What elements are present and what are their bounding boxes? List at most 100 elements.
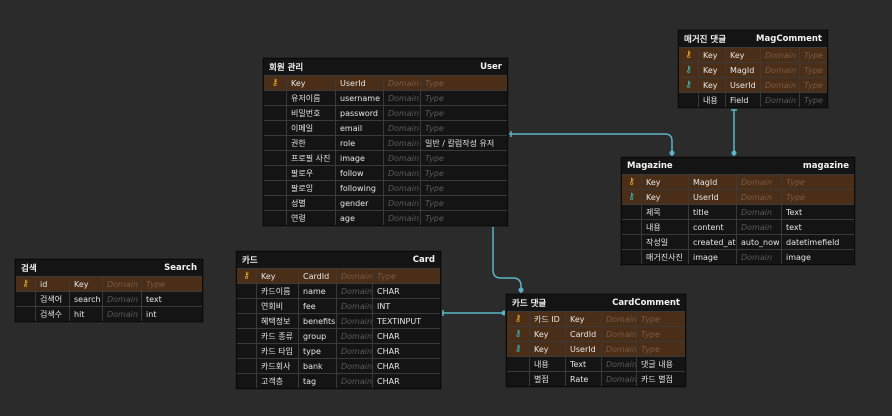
field-type[interactable]: Type — [799, 93, 827, 107]
field-type[interactable]: CHAR — [372, 359, 440, 373]
table-row[interactable]: 이메일 email Domain Type — [264, 120, 507, 135]
table-row[interactable]: 검색어 search Domain text — [16, 291, 202, 306]
field-domain[interactable]: Domain — [336, 269, 372, 283]
field-name[interactable]: Key — [69, 277, 102, 291]
table-row[interactable]: 고객층 tag Domain CHAR — [237, 373, 440, 388]
table-row[interactable]: 팔로우 follow Domain Type — [264, 165, 507, 180]
field-domain[interactable]: Domain — [383, 166, 420, 180]
table-magcomment[interactable]: 매거진 댓글 MagComment ⚷ Key Key Domain Type ⚷ Key Mag… — [678, 30, 828, 108]
field-type[interactable]: Type — [781, 190, 854, 204]
table-row[interactable]: ⚷ Key MagId Domain Type — [622, 174, 854, 189]
field-type[interactable]: 댓글 내용 — [636, 357, 685, 371]
field-domain[interactable]: Domain — [760, 93, 799, 107]
field-label[interactable]: 내용 — [529, 357, 565, 371]
table-row[interactable]: ⚷ Key CardId Domain Type — [507, 326, 685, 341]
table-row[interactable]: 매거진사진 image Domain image — [622, 249, 854, 264]
field-name[interactable]: type — [298, 344, 336, 358]
field-type[interactable]: Type — [799, 78, 827, 92]
field-name[interactable]: Key — [725, 48, 760, 62]
field-domain[interactable]: Domain — [383, 121, 420, 135]
field-type[interactable]: Type — [420, 166, 507, 180]
field-type[interactable]: Text — [781, 205, 854, 219]
table-row[interactable]: 유저이름 username Domain Type — [264, 90, 507, 105]
field-label[interactable]: Key — [529, 342, 565, 356]
field-type[interactable]: CHAR — [372, 374, 440, 388]
table-row[interactable]: 연령 age Domain Type — [264, 210, 507, 225]
field-type[interactable]: INT — [372, 299, 440, 313]
field-label[interactable]: Key — [286, 76, 335, 90]
field-label[interactable]: 작성일 — [641, 235, 688, 249]
field-label[interactable]: 유저이름 — [286, 91, 335, 105]
field-name[interactable]: UserId — [335, 76, 383, 90]
field-label[interactable]: 내용 — [641, 220, 688, 234]
field-label[interactable]: Key — [641, 175, 688, 189]
table-row[interactable]: 작성일 created_at auto_now datetimefield — [622, 234, 854, 249]
field-name[interactable]: username — [335, 91, 383, 105]
field-name[interactable]: gender — [335, 196, 383, 210]
field-domain[interactable]: Domain — [336, 284, 372, 298]
field-domain[interactable]: Domain — [383, 181, 420, 195]
field-label[interactable]: 검색어 — [35, 292, 69, 306]
field-name[interactable]: fee — [298, 299, 336, 313]
table-header[interactable]: 회원 관리 User — [264, 59, 507, 75]
table-user[interactable]: 회원 관리 User ⚷ Key UserId Domain Type 유저이름 usernam… — [263, 58, 508, 226]
table-row[interactable]: 별점 Rate Domain 카드 별점 — [507, 371, 685, 386]
table-row[interactable]: 카드 타입 type Domain CHAR — [237, 343, 440, 358]
table-row[interactable]: ⚷ 카드 ID Key Domain Type — [507, 311, 685, 326]
field-domain[interactable]: Domain — [760, 78, 799, 92]
field-domain[interactable]: Domain — [601, 372, 636, 386]
field-name[interactable]: group — [298, 329, 336, 343]
field-name[interactable]: UserId — [565, 342, 601, 356]
field-type[interactable]: Type — [420, 211, 507, 225]
table-row[interactable]: 권한 role Domain 일반 / 칼럼작성 유저 — [264, 135, 507, 150]
field-name[interactable]: CardId — [565, 327, 601, 341]
field-domain[interactable]: Domain — [383, 196, 420, 210]
field-type[interactable]: Type — [372, 269, 440, 283]
field-label[interactable]: Key — [698, 48, 725, 62]
table-row[interactable]: 팔로잉 following Domain Type — [264, 180, 507, 195]
field-domain[interactable]: Domain — [383, 211, 420, 225]
field-domain[interactable]: Domain — [336, 299, 372, 313]
field-domain[interactable]: Domain — [336, 374, 372, 388]
field-label[interactable]: 검색수 — [35, 307, 69, 321]
field-name[interactable]: email — [335, 121, 383, 135]
field-label[interactable]: 고객층 — [256, 374, 298, 388]
field-label[interactable]: Key — [698, 78, 725, 92]
field-label[interactable]: 연회비 — [256, 299, 298, 313]
field-type[interactable]: text — [781, 220, 854, 234]
table-row[interactable]: ⚷ id Key Domain Type — [16, 276, 202, 291]
table-row[interactable]: ⚷ Key CardId Domain Type — [237, 268, 440, 283]
field-type[interactable]: Type — [420, 121, 507, 135]
field-label[interactable]: 카드회사 — [256, 359, 298, 373]
field-name[interactable]: Rate — [565, 372, 601, 386]
field-domain[interactable]: Domain — [601, 327, 636, 341]
field-name[interactable]: role — [335, 136, 383, 150]
field-domain[interactable]: Domain — [736, 175, 781, 189]
field-domain[interactable]: Domain — [336, 314, 372, 328]
table-row[interactable]: ⚷ Key UserId Domain Type — [264, 75, 507, 90]
field-name[interactable]: follow — [335, 166, 383, 180]
field-domain[interactable]: Domain — [736, 250, 781, 264]
field-domain[interactable]: Domain — [383, 106, 420, 120]
field-type[interactable]: Type — [781, 175, 854, 189]
field-label[interactable]: 카드이름 — [256, 284, 298, 298]
field-name[interactable]: Text — [565, 357, 601, 371]
table-row[interactable]: 프로필 사진 image Domain Type — [264, 150, 507, 165]
field-name[interactable]: Field — [725, 93, 760, 107]
field-name[interactable]: Key — [565, 312, 601, 326]
field-type[interactable]: Type — [420, 151, 507, 165]
field-label[interactable]: id — [35, 277, 69, 291]
field-type[interactable]: Type — [636, 342, 685, 356]
field-name[interactable]: name — [298, 284, 336, 298]
table-row[interactable]: 카드 종류 group Domain CHAR — [237, 328, 440, 343]
field-name[interactable]: CardId — [298, 269, 336, 283]
field-label[interactable]: 매거진사진 — [641, 250, 688, 264]
field-type[interactable]: image — [781, 250, 854, 264]
field-name[interactable]: created_at — [688, 235, 736, 249]
field-domain[interactable]: Domain — [383, 136, 420, 150]
field-name[interactable]: title — [688, 205, 736, 219]
field-label[interactable]: 별점 — [529, 372, 565, 386]
field-name[interactable]: image — [688, 250, 736, 264]
field-type[interactable]: CHAR — [372, 329, 440, 343]
field-name[interactable]: benefits — [298, 314, 336, 328]
